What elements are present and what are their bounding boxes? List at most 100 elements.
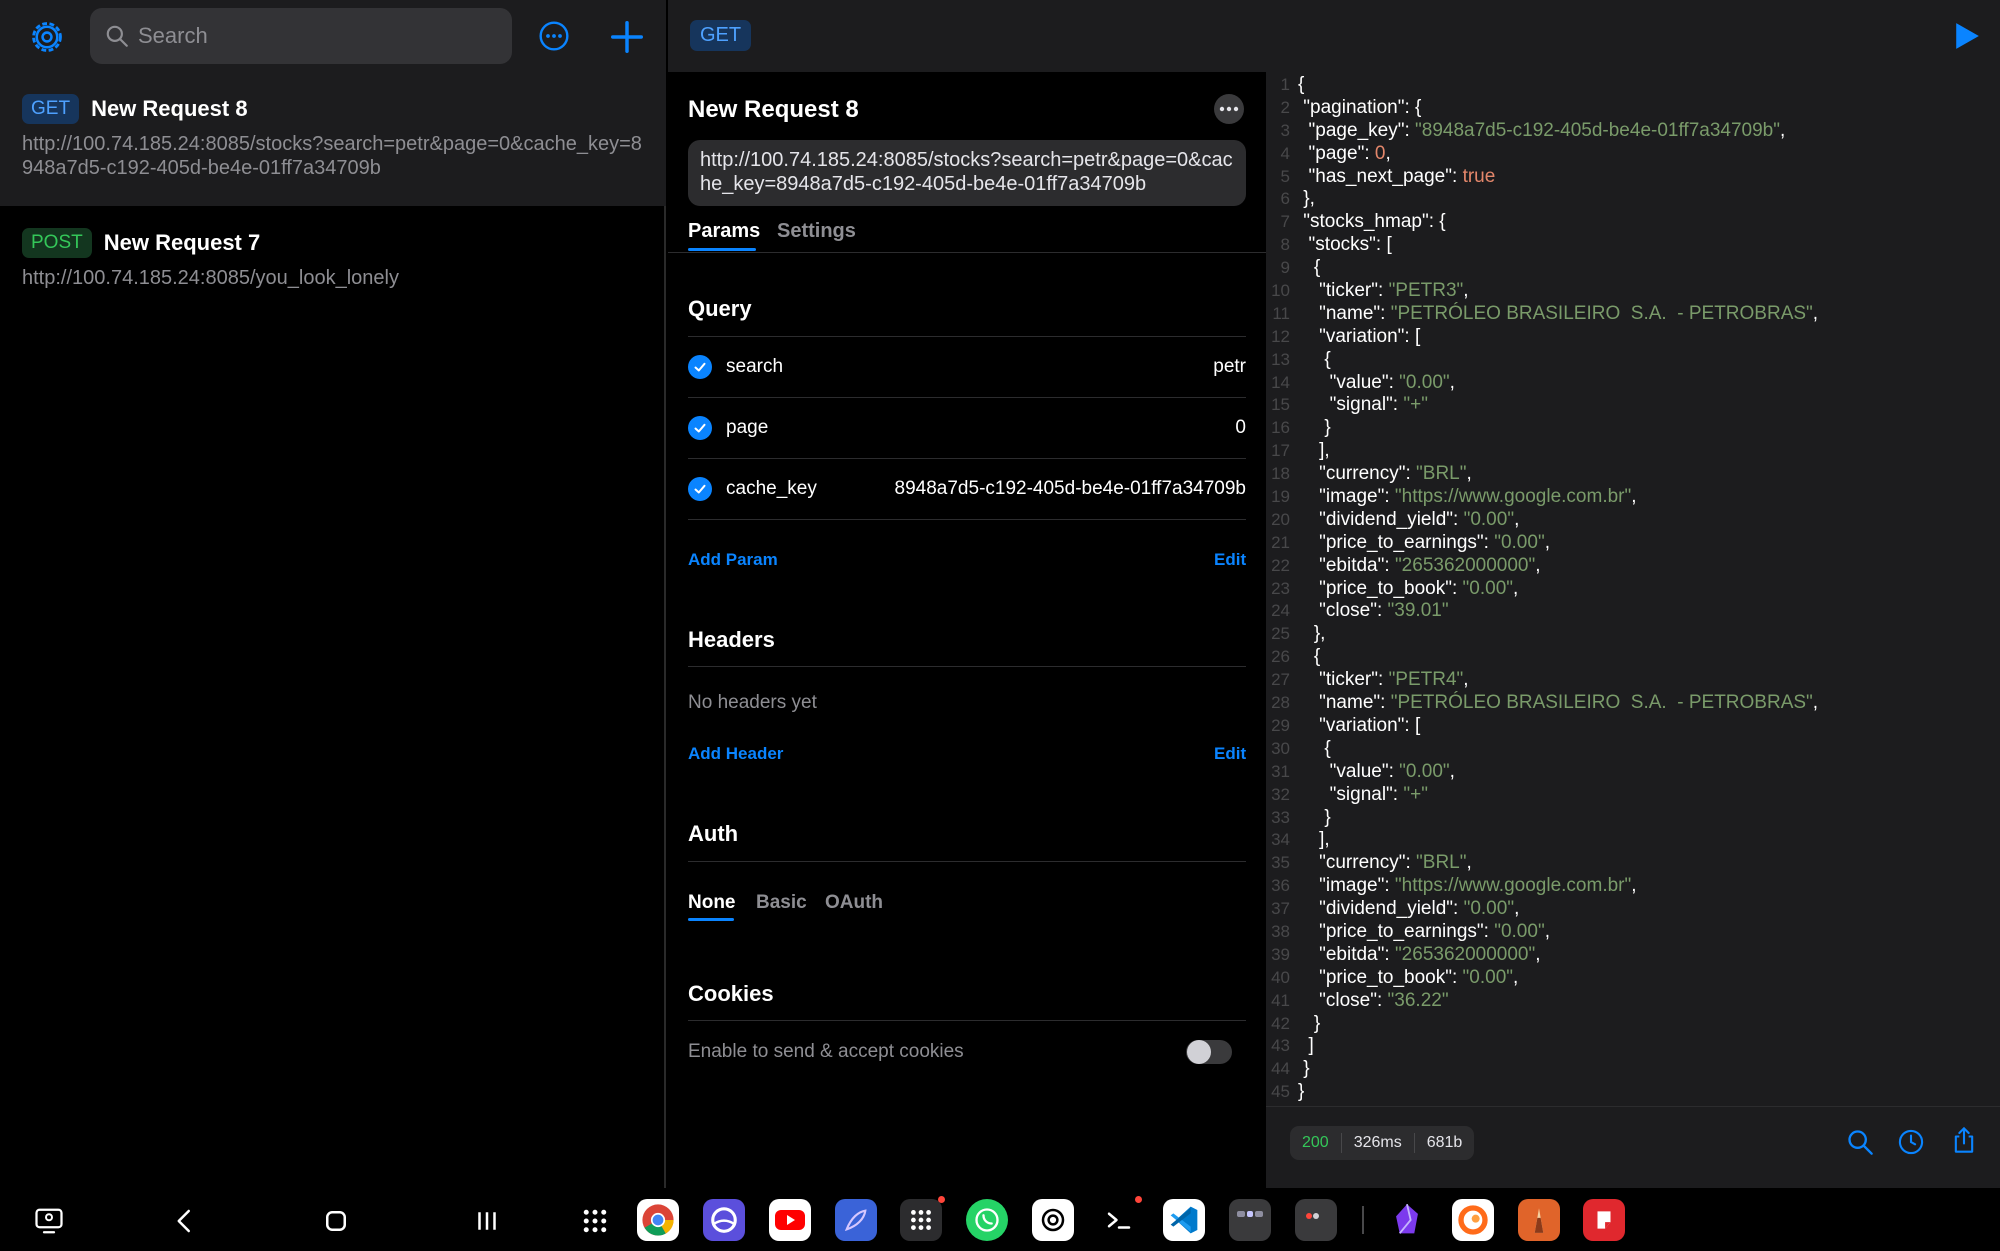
line-number: 30 <box>1271 738 1290 758</box>
taskbar-divider <box>1362 1206 1364 1234</box>
checkbox-checked-icon[interactable] <box>688 416 712 440</box>
line-number: 39 <box>1271 944 1290 964</box>
code-token: "https://www.google.com.br" <box>1394 875 1632 897</box>
chatgpt-icon[interactable] <box>1032 1199 1074 1241</box>
tab-settings[interactable]: Settings <box>777 220 856 243</box>
recents-icon[interactable] <box>472 1206 502 1236</box>
code-line: 39 "ebitda": "265362000000", <box>1266 944 2000 967</box>
pencil-app-icon[interactable] <box>1518 1199 1560 1241</box>
code-token: "value": <box>1298 371 1400 393</box>
obsidian-icon[interactable] <box>1386 1199 1428 1241</box>
home-icon[interactable] <box>321 1206 351 1236</box>
param-key: search <box>726 356 784 377</box>
screen-share-icon[interactable] <box>34 1206 64 1236</box>
divider <box>688 1020 1246 1021</box>
method-selector[interactable]: GET <box>690 20 752 51</box>
method-badge-get: GET <box>22 94 80 124</box>
line-number: 29 <box>1271 715 1290 735</box>
code-token: "8948a7d5-c192-405d-be4e-01ff7a34709b" <box>1415 119 1780 141</box>
auth-tab-basic[interactable]: Basic <box>756 892 807 914</box>
code-token: "stocks": [ <box>1298 234 1392 256</box>
search-box[interactable] <box>90 8 512 64</box>
line-number: 10 <box>1271 281 1290 301</box>
vscode-icon[interactable] <box>1163 1199 1205 1241</box>
app-icon[interactable] <box>1295 1199 1337 1241</box>
line-number: 33 <box>1271 807 1290 827</box>
browser-icon[interactable] <box>703 1199 745 1241</box>
feather-app-icon[interactable] <box>835 1199 877 1241</box>
auth-tab-none[interactable]: None <box>688 892 736 914</box>
search-input[interactable] <box>138 23 498 49</box>
request-title[interactable]: New Request 8 <box>688 96 859 124</box>
edit-params-button[interactable]: Edit <box>1214 550 1246 570</box>
history-clock-icon[interactable] <box>1897 1128 1925 1156</box>
code-line: 42 } <box>1266 1013 2000 1036</box>
request-list-item[interactable]: GET New Request 8 http://100.74.185.24:8… <box>0 72 666 206</box>
code-token: "dividend_yield": <box>1298 508 1464 530</box>
terminal-icon[interactable] <box>1098 1199 1140 1241</box>
code-token: { <box>1298 348 1331 370</box>
url-input[interactable]: http://100.74.185.24:8085/stocks?search=… <box>688 140 1246 206</box>
code-line: 27 "ticker": "PETR4", <box>1266 669 2000 692</box>
edit-headers-button[interactable]: Edit <box>1214 744 1246 764</box>
code-token: ], <box>1298 829 1330 851</box>
settings-gear-icon[interactable] <box>28 18 66 56</box>
request-name: New Request 7 <box>103 230 261 255</box>
code-line: 25 }, <box>1266 623 2000 646</box>
code-token: "BRL" <box>1416 463 1467 485</box>
code-line: 24 "close": "39.01" <box>1266 600 2000 623</box>
code-token: "variation": [ <box>1298 714 1421 736</box>
app-drawer-icon[interactable] <box>580 1206 610 1236</box>
code-token: , <box>1544 531 1550 553</box>
code-line: 40 "price_to_book": "0.00", <box>1266 967 2000 990</box>
launcher-icon[interactable] <box>900 1199 942 1241</box>
code-token: { <box>1298 646 1321 668</box>
cookies-label: Enable to send & accept cookies <box>688 1041 964 1062</box>
checkbox-checked-icon[interactable] <box>688 477 712 501</box>
line-number: 2 <box>1280 97 1290 117</box>
response-body[interactable]: 1{2 "pagination": {3 "page_key": "8948a7… <box>1266 72 2000 1106</box>
request-menu-button[interactable] <box>1214 94 1244 124</box>
remnote-icon[interactable] <box>1583 1199 1625 1241</box>
code-token: "currency": <box>1298 852 1417 874</box>
request-editor-toolbar <box>668 0 1266 72</box>
code-token: "0.00" <box>1462 577 1513 599</box>
param-row[interactable]: page 0 <box>688 399 1246 457</box>
param-key: cache_key <box>726 478 817 499</box>
send-play-icon[interactable] <box>1954 22 1980 50</box>
add-header-button[interactable]: Add Header <box>688 744 783 764</box>
share-icon[interactable] <box>1950 1126 1978 1154</box>
code-token: , <box>1812 692 1819 714</box>
divider <box>688 336 1246 337</box>
whatsapp-icon[interactable] <box>966 1199 1008 1241</box>
line-number: 38 <box>1271 921 1290 941</box>
param-row[interactable]: cache_key 8948a7d5-c192-405d-be4e-01ff7a… <box>688 460 1246 518</box>
more-options-icon[interactable] <box>538 20 570 52</box>
search-icon[interactable] <box>1846 1128 1874 1156</box>
code-line: 37 "dividend_yield": "0.00", <box>1266 898 2000 921</box>
code-line: 3 "page_key": "8948a7d5-c192-405d-be4e-0… <box>1266 120 2000 143</box>
code-line: 10 "ticker": "PETR3", <box>1266 280 2000 303</box>
search-icon <box>106 25 128 47</box>
add-request-icon[interactable] <box>608 18 646 56</box>
param-key: page <box>726 417 769 438</box>
youtube-icon[interactable] <box>769 1199 811 1241</box>
folder-icon[interactable] <box>1229 1199 1271 1241</box>
back-icon[interactable] <box>170 1206 200 1236</box>
param-row[interactable]: search petr <box>688 338 1246 396</box>
request-list-item[interactable]: POST New Request 7 http://100.74.185.24:… <box>0 206 666 316</box>
code-token: "image": <box>1298 486 1395 508</box>
coppertop-icon[interactable] <box>1452 1199 1494 1241</box>
add-param-button[interactable]: Add Param <box>688 550 778 570</box>
line-number: 35 <box>1271 853 1290 873</box>
chrome-icon[interactable] <box>637 1199 679 1241</box>
code-line: 31 "value": "0.00", <box>1266 761 2000 784</box>
code-token: , <box>1544 920 1550 942</box>
tab-params[interactable]: Params <box>688 220 760 243</box>
checkbox-checked-icon[interactable] <box>688 355 712 379</box>
line-number: 43 <box>1271 1036 1290 1056</box>
code-token: , <box>1449 760 1455 782</box>
auth-tab-oauth[interactable]: OAuth <box>825 892 883 914</box>
line-number: 12 <box>1271 326 1290 346</box>
response-time: 326ms <box>1342 1133 1415 1153</box>
